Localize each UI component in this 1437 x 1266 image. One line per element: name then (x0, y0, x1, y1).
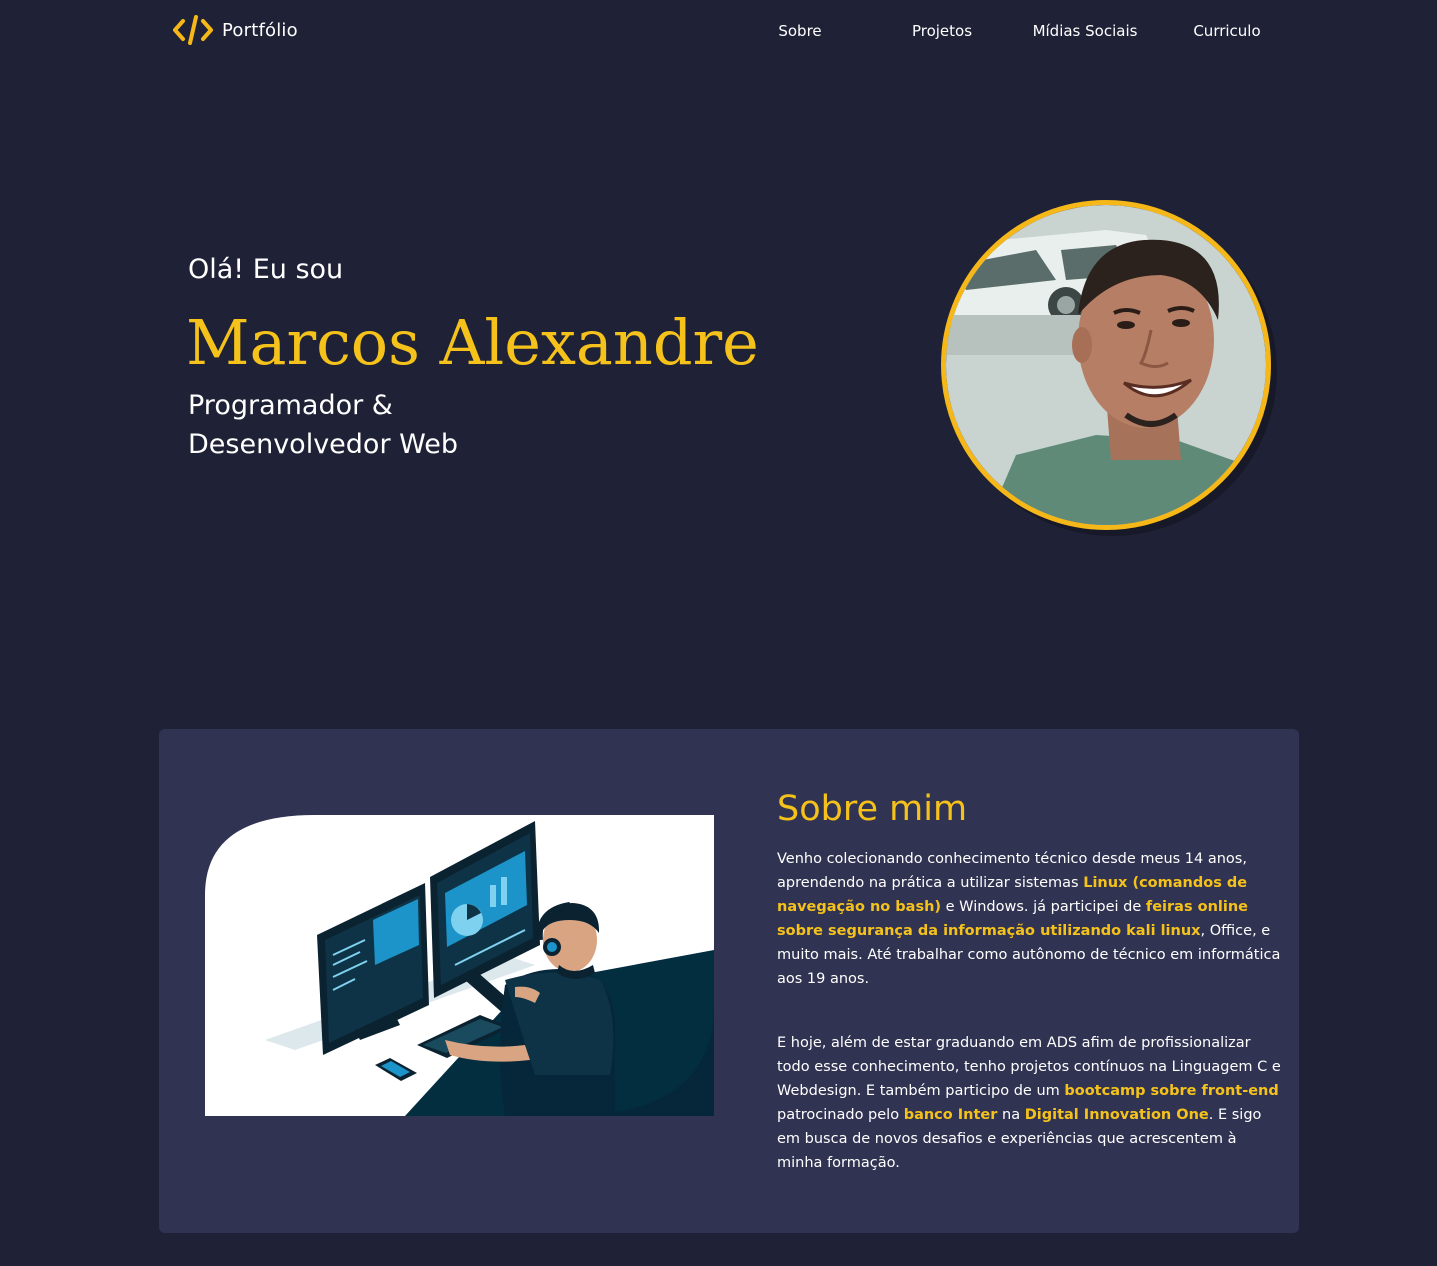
about-paragraph-2: E hoje, além de estar graduando em ADS a… (777, 1031, 1285, 1175)
top-navbar: Portfólio Sobre Projetos Mídias Sociais … (0, 0, 1437, 64)
nav-link-midias-sociais[interactable]: Mídias Sociais (1033, 22, 1138, 40)
about-section: Sobre mim Venho colecionando conheciment… (159, 729, 1299, 1233)
about-p1-text2: e Windows. já participei de (941, 899, 1146, 915)
hero-greeting: Olá! Eu sou (188, 254, 344, 285)
about-p2-text2: patrocinado pelo (777, 1107, 904, 1123)
about-paragraph-1: Venho colecionando conhecimento técnico … (777, 847, 1285, 991)
hero-role-line2: Desenvolvedor Web (188, 429, 458, 460)
about-p2-highlight2: banco Inter (903, 1107, 998, 1123)
about-p2-text3: na (997, 1107, 1025, 1123)
about-p2-highlight3: Digital Innovation One (1024, 1107, 1209, 1123)
nav-links: Sobre Projetos Mídias Sociais Curriculo (0, 22, 1437, 44)
hero-role: Programador & Desenvolvedor Web (188, 386, 458, 464)
profile-avatar (941, 200, 1271, 530)
profile-photo (946, 205, 1266, 525)
hero-role-line1: Programador & (188, 390, 393, 421)
nav-link-projetos[interactable]: Projetos (912, 22, 972, 40)
about-p2-highlight1: bootcamp sobre front-end (1064, 1083, 1279, 1099)
hero-name: Marcos Alexandre (186, 306, 759, 379)
nav-link-sobre[interactable]: Sobre (778, 22, 821, 40)
nav-link-curriculo[interactable]: Curriculo (1193, 22, 1260, 40)
about-title: Sobre mim (777, 789, 968, 829)
about-text: Venho colecionando conhecimento técnico … (777, 847, 1285, 1215)
developer-workspace-illustration (205, 815, 714, 1116)
